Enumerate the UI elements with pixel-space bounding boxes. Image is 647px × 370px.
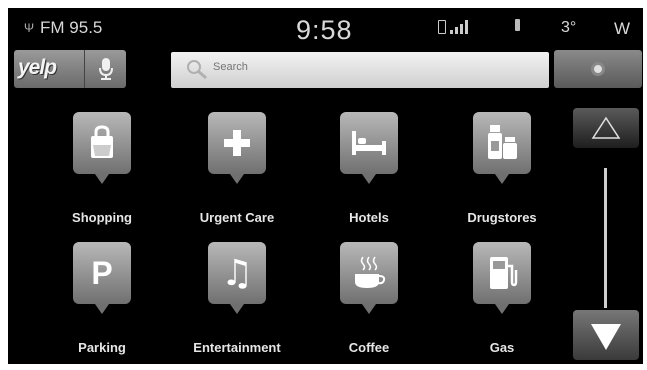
music-note-icon: ♫	[208, 242, 266, 314]
scrollbar-track[interactable]	[604, 168, 607, 308]
category-shopping[interactable]: Shopping	[43, 112, 153, 232]
parking-icon: P	[73, 242, 131, 314]
scroll-up-button[interactable]	[573, 108, 639, 148]
pill-bottle-icon	[473, 112, 531, 184]
voice-search-button[interactable]	[84, 50, 127, 88]
radio-station: FM 95.5	[40, 18, 103, 37]
shopping-bag-icon	[73, 112, 131, 184]
category-coffee[interactable]: Coffee	[310, 242, 420, 362]
antenna-icon: Ψ	[24, 21, 35, 35]
category-label: Parking	[78, 340, 126, 355]
nav-screen: Ψ FM 95.5 9:58 3° W yelp Search Shopping…	[8, 8, 643, 364]
medical-cross-icon	[208, 112, 266, 184]
scroll-down-button[interactable]	[573, 310, 639, 360]
category-hotels[interactable]: Hotels	[310, 112, 420, 232]
search-input[interactable]	[211, 60, 515, 74]
scroll-control	[573, 108, 639, 362]
category-entertainment[interactable]: ♫ Entertainment	[178, 242, 288, 362]
chevron-up-icon	[591, 116, 621, 139]
yelp-header: yelp	[14, 50, 126, 88]
coffee-cup-icon	[340, 242, 398, 314]
settings-button[interactable]	[554, 50, 642, 88]
category-label: Urgent Care	[199, 210, 275, 225]
clock: 9:58	[296, 15, 353, 45]
radio-status[interactable]: Ψ FM 95.5	[24, 18, 102, 38]
microphone-icon	[99, 58, 113, 80]
phone-icon	[438, 20, 446, 34]
settings-icon	[591, 62, 605, 76]
search-icon	[187, 60, 207, 80]
category-label: Drugstores	[467, 210, 537, 225]
status-bar: Ψ FM 95.5 9:58 3° W	[8, 8, 643, 46]
category-label: Entertainment	[193, 340, 281, 355]
chevron-down-icon	[591, 324, 621, 350]
category-urgent-care[interactable]: Urgent Care	[178, 112, 288, 232]
hotel-bed-icon	[340, 112, 398, 184]
battery-icon	[515, 19, 520, 31]
category-label: Shopping	[72, 210, 132, 225]
temperature: 3°	[561, 19, 577, 36]
category-parking[interactable]: P Parking	[43, 242, 153, 362]
gas-pump-icon	[473, 242, 531, 314]
signal-strength-icon	[438, 18, 468, 34]
category-drugstores[interactable]: Drugstores	[443, 112, 553, 232]
category-grid: Shopping Urgent Care Hotels Drugstores P…	[8, 108, 568, 364]
category-label: Hotels	[349, 210, 389, 225]
yelp-logo: yelp	[18, 56, 57, 79]
compass-heading: W	[614, 19, 631, 38]
search-bar[interactable]	[171, 52, 549, 88]
category-label: Gas	[489, 340, 515, 355]
category-label: Coffee	[348, 340, 390, 355]
category-gas[interactable]: Gas	[443, 242, 553, 362]
